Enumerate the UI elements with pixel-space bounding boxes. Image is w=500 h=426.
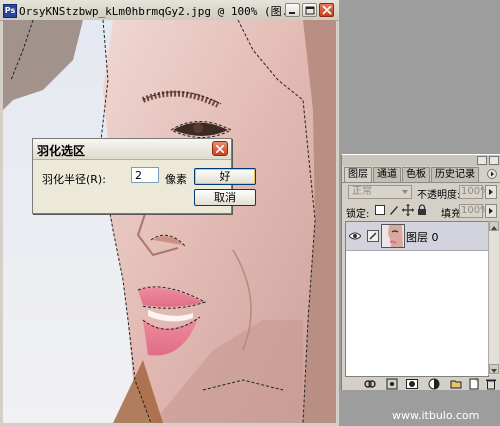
- trash-icon[interactable]: [485, 378, 497, 390]
- tab-swatches[interactable]: 色板: [402, 167, 430, 182]
- photoshop-app-icon: Ps: [3, 4, 17, 18]
- dialog-title: 羽化选区: [37, 144, 86, 158]
- opacity-input[interactable]: 100%: [459, 185, 490, 199]
- panel-minimize-button[interactable]: [477, 156, 487, 165]
- chevron-down-icon: [402, 190, 408, 194]
- scroll-up-button[interactable]: [489, 221, 499, 231]
- panel-topbar[interactable]: [342, 155, 500, 166]
- ok-button[interactable]: 好: [194, 168, 256, 185]
- dialog-titlebar[interactable]: 羽化选区: [33, 139, 231, 160]
- tab-divider: [342, 182, 500, 183]
- fill-input[interactable]: 100%: [459, 204, 490, 218]
- blend-mode-value: 正常: [352, 186, 372, 197]
- tab-history[interactable]: 历史记录: [431, 167, 479, 182]
- chevron-up-icon: [491, 226, 497, 230]
- feather-selection-dialog: 羽化选区 羽化半径(R): 2 像素 好 取消: [32, 138, 256, 214]
- chevron-right-icon: [489, 208, 493, 214]
- new-group-icon[interactable]: [450, 378, 462, 390]
- maximize-icon: [305, 6, 315, 15]
- layers-scrollbar[interactable]: [488, 221, 499, 375]
- feather-radius-input[interactable]: 2: [131, 167, 159, 183]
- layer-name: 图层 0: [406, 231, 439, 244]
- minimize-icon: [289, 12, 295, 14]
- portrait-photo: [3, 20, 336, 423]
- new-layer-icon[interactable]: [468, 378, 480, 390]
- lock-row: 锁定: 填充: 100%: [346, 204, 500, 220]
- close-icon: [322, 6, 332, 15]
- tab-channels[interactable]: 通道: [373, 167, 401, 182]
- add-layer-style-icon[interactable]: [386, 378, 398, 390]
- unit-label: 像素: [165, 173, 187, 186]
- dialog-close-button[interactable]: [212, 141, 228, 156]
- scroll-down-button[interactable]: [489, 364, 499, 374]
- blend-mode-select[interactable]: 正常: [348, 185, 412, 199]
- minimize-button[interactable]: [285, 3, 300, 17]
- lock-all-icon[interactable]: [416, 204, 428, 216]
- add-mask-icon[interactable]: [406, 378, 418, 390]
- watermark-text: www.itbulo.com: [392, 409, 480, 422]
- close-icon: [216, 145, 224, 153]
- eye-icon[interactable]: [349, 230, 361, 242]
- feather-radius-label: 羽化半径(R):: [42, 173, 106, 186]
- fill-slider-button[interactable]: [485, 204, 497, 218]
- opacity-label: 不透明度:: [417, 190, 461, 201]
- panel-menu-icon[interactable]: [487, 169, 498, 179]
- layer-thumbnail: [381, 224, 405, 248]
- layers-panel: 图层 通道 色板 历史记录 正常 不透明度: 100% 锁定: 填充: 100%: [341, 154, 500, 390]
- layers-toolbar: [342, 377, 500, 391]
- adjustment-layer-icon[interactable]: [428, 378, 440, 390]
- maximize-button[interactable]: [302, 3, 317, 17]
- brush-icon: [367, 230, 379, 242]
- chevron-right-icon: [489, 189, 493, 195]
- lock-transparent-icon[interactable]: [374, 204, 386, 216]
- chevron-down-icon: [491, 369, 497, 373]
- lock-pixels-icon[interactable]: [388, 204, 400, 216]
- opacity-slider-button[interactable]: [485, 185, 497, 199]
- document-titlebar[interactable]: Ps OrsyKNStzbwp_kLm0hbrmqGy2.jpg @ 100% …: [0, 0, 339, 21]
- tab-layers[interactable]: 图层: [344, 167, 372, 183]
- lock-position-icon[interactable]: [402, 204, 414, 216]
- layer-row[interactable]: 图层 0: [346, 222, 488, 251]
- cancel-button[interactable]: 取消: [194, 189, 256, 206]
- lock-label: 锁定:: [346, 209, 370, 220]
- layers-list: 图层 0: [345, 221, 489, 377]
- document-title: OrsyKNStzbwp_kLm0hbrmqGy2.jpg @ 100% (图.…: [19, 5, 302, 18]
- panel-close-button[interactable]: [489, 156, 499, 165]
- link-layers-icon[interactable]: [364, 378, 376, 390]
- close-button[interactable]: [319, 3, 334, 17]
- image-canvas[interactable]: [3, 20, 336, 423]
